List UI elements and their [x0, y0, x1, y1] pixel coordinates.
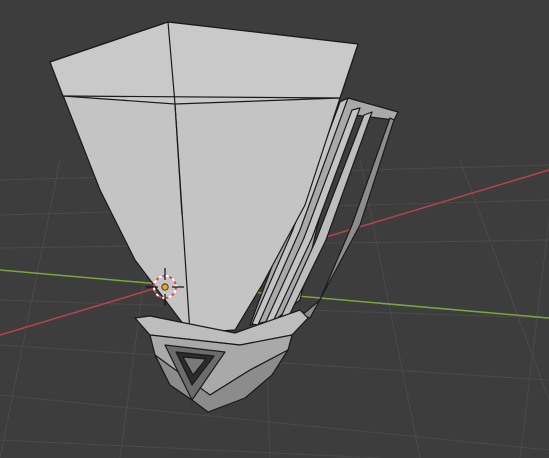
mesh-object[interactable]: [49, 21, 399, 413]
object-origin-icon: [161, 283, 169, 291]
mesh-top-face: [49, 21, 359, 105]
3d-viewport[interactable]: [0, 0, 549, 458]
